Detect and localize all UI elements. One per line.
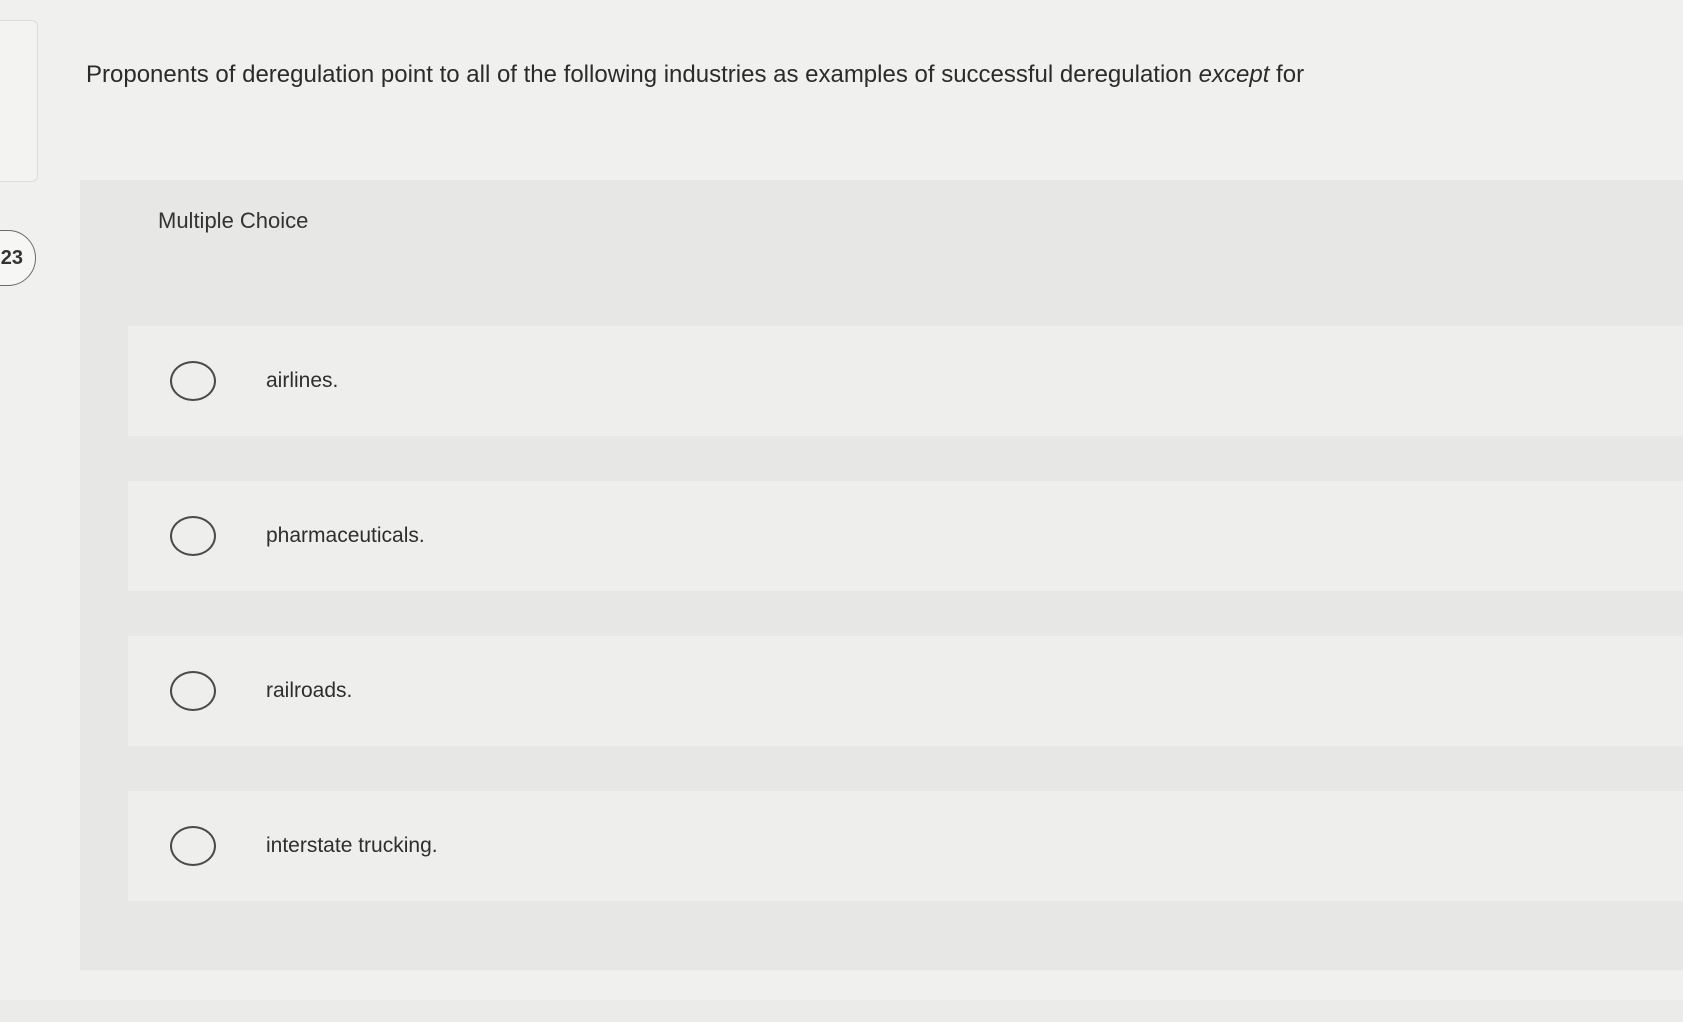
answer-option-airlines[interactable]: airlines. [128,326,1683,436]
radio-button-icon[interactable] [170,671,216,711]
answer-option-label: pharmaceuticals. [266,524,425,547]
question-nav-panel [0,20,38,182]
radio-button-icon[interactable] [170,826,216,866]
answer-option-interstate-trucking[interactable]: interstate trucking. [128,791,1683,901]
question-text-before: Proponents of deregulation point to all … [86,61,1199,88]
answer-option-label: airlines. [266,369,339,392]
multiple-choice-panel: Multiple Choice airlines. pharmaceutical… [80,180,1683,970]
answer-option-label: interstate trucking. [266,834,438,857]
question-text-after: for [1269,61,1305,88]
question-prompt: Proponents of deregulation point to all … [86,58,1646,92]
radio-button-icon[interactable] [170,516,216,556]
answer-option-pharmaceuticals[interactable]: pharmaceuticals. [128,481,1683,591]
radio-button-icon[interactable] [170,361,216,401]
answer-option-label: railroads. [266,679,353,702]
bottom-divider [0,1000,1683,1022]
choice-type-heading: Multiple Choice [158,208,309,233]
question-number-badge[interactable]: 23 [0,230,36,286]
question-text-emphasis: except [1198,61,1270,88]
answer-option-railroads[interactable]: railroads. [128,636,1683,746]
